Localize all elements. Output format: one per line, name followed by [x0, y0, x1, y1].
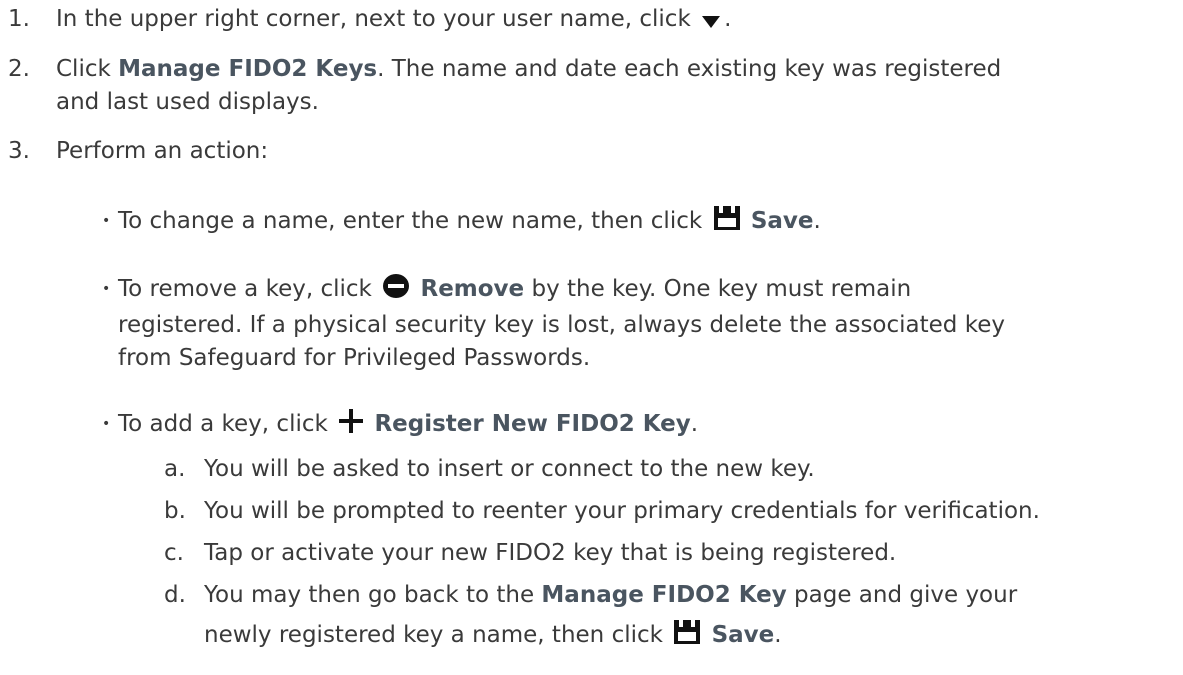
substep-letter: b. [164, 498, 186, 524]
step-3: 3. Perform an action: [8, 135, 1168, 168]
step-text: In the upper right corner, next to your … [56, 6, 691, 32]
substep-text: You will be asked to insert or connect t… [204, 456, 815, 482]
bullet-dot: • [102, 281, 111, 297]
step-1: 1. In the upper right corner, next to yo… [8, 3, 1168, 39]
substep-letter: d. [164, 582, 186, 608]
bullet-text: To remove a key, click [118, 276, 372, 302]
save-icon [713, 205, 741, 241]
step-text: and last used displays. [56, 89, 319, 115]
bullet-text: To add a key, click [118, 411, 328, 437]
substep-text: page and give your [794, 582, 1018, 608]
remove-icon [382, 273, 410, 309]
bullet-text: from Safeguard for Privileged Passwords. [118, 345, 591, 371]
substep-letter: a. [164, 456, 186, 482]
register-new-fido2-key-label: Register New FIDO2 Key [374, 411, 691, 437]
substep-d: d. You may then go back to the Manage FI… [164, 579, 1170, 658]
save-label: Save [711, 622, 775, 648]
substep-text: newly registered key a name, then click [204, 622, 663, 648]
substep-text: You may then go back to the [204, 582, 535, 608]
bullet-dot: • [102, 416, 111, 432]
substep-a: a. You will be asked to insert or connec… [164, 453, 1170, 486]
substep-letter: c. [164, 540, 184, 566]
step-text-end: . [724, 6, 732, 32]
bullet-text: by the key. One key must remain [531, 276, 912, 302]
save-label: Save [750, 208, 814, 234]
substep-text: Tap or activate your new FIDO2 key that … [204, 540, 897, 566]
bullet-dot: • [102, 213, 111, 229]
step-text: Perform an action: [56, 138, 269, 164]
step-number: 1. [8, 6, 30, 32]
bullet-remove-key: • To remove a key, click Remove by the k… [102, 273, 1158, 375]
step-text: Click [56, 56, 111, 82]
step-2: 2. Click Manage FIDO2 Keys. The name and… [8, 53, 1168, 119]
bullet-add-key: • To add a key, click Register New FIDO2… [102, 408, 1158, 444]
substep-text: You will be prompted to reenter your pri… [204, 498, 1040, 524]
bullet-text: registered. If a physical security key i… [118, 312, 1005, 338]
manage-fido2-key-label: Manage FIDO2 Key [541, 582, 787, 608]
substep-b: b. You will be prompted to reenter your … [164, 495, 1170, 528]
dropdown-arrow-icon [701, 6, 721, 39]
bullet-change-name: • To change a name, enter the new name, … [102, 205, 1158, 241]
bullet-text: To change a name, enter the new name, th… [118, 208, 703, 234]
step-number: 2. [8, 56, 30, 82]
step-number: 3. [8, 138, 30, 164]
manage-fido2-keys-label: Manage FIDO2 Keys [118, 56, 378, 82]
remove-label: Remove [420, 276, 525, 302]
procedure-document: 1. In the upper right corner, next to yo… [0, 0, 1183, 675]
plus-icon [338, 408, 364, 444]
bullet-text-end: . [813, 208, 821, 234]
substep-c: c. Tap or activate your new FIDO2 key th… [164, 537, 1170, 570]
substep-text-end: . [774, 622, 782, 648]
step-text: . The name and date each existing key wa… [377, 56, 1002, 82]
bullet-text-end: . [690, 411, 699, 437]
save-icon [673, 618, 701, 658]
